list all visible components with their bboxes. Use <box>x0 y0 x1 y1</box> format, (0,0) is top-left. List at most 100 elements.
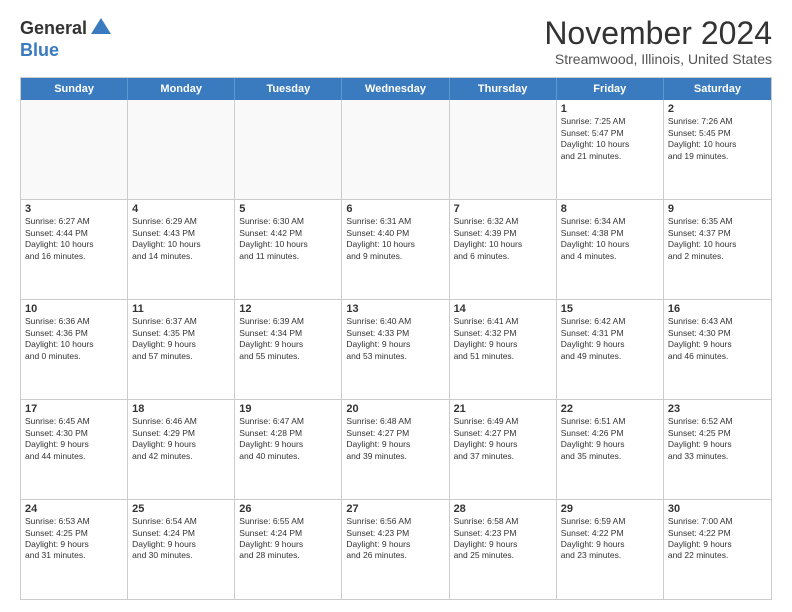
day-cell-20: 20Sunrise: 6:48 AM Sunset: 4:27 PM Dayli… <box>342 400 449 499</box>
day-number-27: 27 <box>346 503 444 515</box>
day-cell-4: 4Sunrise: 6:29 AM Sunset: 4:43 PM Daylig… <box>128 200 235 299</box>
logo-blue-text: Blue <box>20 40 59 60</box>
day-cell-19: 19Sunrise: 6:47 AM Sunset: 4:28 PM Dayli… <box>235 400 342 499</box>
day-info-21: Sunrise: 6:49 AM Sunset: 4:27 PM Dayligh… <box>454 416 552 462</box>
day-info-23: Sunrise: 6:52 AM Sunset: 4:25 PM Dayligh… <box>668 416 767 462</box>
header: General Blue November 2024 Streamwood, I… <box>20 16 772 67</box>
day-number-9: 9 <box>668 203 767 215</box>
day-number-7: 7 <box>454 203 552 215</box>
day-info-3: Sunrise: 6:27 AM Sunset: 4:44 PM Dayligh… <box>25 216 123 262</box>
day-cell-11: 11Sunrise: 6:37 AM Sunset: 4:35 PM Dayli… <box>128 300 235 399</box>
day-info-19: Sunrise: 6:47 AM Sunset: 4:28 PM Dayligh… <box>239 416 337 462</box>
day-number-12: 12 <box>239 303 337 315</box>
title-block: November 2024 Streamwood, Illinois, Unit… <box>544 16 772 67</box>
day-info-5: Sunrise: 6:30 AM Sunset: 4:42 PM Dayligh… <box>239 216 337 262</box>
day-cell-26: 26Sunrise: 6:55 AM Sunset: 4:24 PM Dayli… <box>235 500 342 599</box>
calendar-week-3: 10Sunrise: 6:36 AM Sunset: 4:36 PM Dayli… <box>21 300 771 400</box>
day-number-5: 5 <box>239 203 337 215</box>
header-day-thursday: Thursday <box>450 78 557 100</box>
day-number-13: 13 <box>346 303 444 315</box>
day-number-29: 29 <box>561 503 659 515</box>
day-info-6: Sunrise: 6:31 AM Sunset: 4:40 PM Dayligh… <box>346 216 444 262</box>
day-number-24: 24 <box>25 503 123 515</box>
day-cell-21: 21Sunrise: 6:49 AM Sunset: 4:27 PM Dayli… <box>450 400 557 499</box>
day-info-17: Sunrise: 6:45 AM Sunset: 4:30 PM Dayligh… <box>25 416 123 462</box>
day-number-18: 18 <box>132 403 230 415</box>
day-number-10: 10 <box>25 303 123 315</box>
calendar-week-2: 3Sunrise: 6:27 AM Sunset: 4:44 PM Daylig… <box>21 200 771 300</box>
calendar-week-4: 17Sunrise: 6:45 AM Sunset: 4:30 PM Dayli… <box>21 400 771 500</box>
day-cell-8: 8Sunrise: 6:34 AM Sunset: 4:38 PM Daylig… <box>557 200 664 299</box>
day-cell-12: 12Sunrise: 6:39 AM Sunset: 4:34 PM Dayli… <box>235 300 342 399</box>
day-info-8: Sunrise: 6:34 AM Sunset: 4:38 PM Dayligh… <box>561 216 659 262</box>
day-info-14: Sunrise: 6:41 AM Sunset: 4:32 PM Dayligh… <box>454 316 552 362</box>
day-number-22: 22 <box>561 403 659 415</box>
day-cell-28: 28Sunrise: 6:58 AM Sunset: 4:23 PM Dayli… <box>450 500 557 599</box>
calendar-week-5: 24Sunrise: 6:53 AM Sunset: 4:25 PM Dayli… <box>21 500 771 599</box>
day-cell-6: 6Sunrise: 6:31 AM Sunset: 4:40 PM Daylig… <box>342 200 449 299</box>
day-cell-16: 16Sunrise: 6:43 AM Sunset: 4:30 PM Dayli… <box>664 300 771 399</box>
day-info-27: Sunrise: 6:56 AM Sunset: 4:23 PM Dayligh… <box>346 516 444 562</box>
day-cell-17: 17Sunrise: 6:45 AM Sunset: 4:30 PM Dayli… <box>21 400 128 499</box>
day-cell-15: 15Sunrise: 6:42 AM Sunset: 4:31 PM Dayli… <box>557 300 664 399</box>
day-cell-14: 14Sunrise: 6:41 AM Sunset: 4:32 PM Dayli… <box>450 300 557 399</box>
day-number-6: 6 <box>346 203 444 215</box>
calendar-body: 1Sunrise: 7:25 AM Sunset: 5:47 PM Daylig… <box>21 100 771 599</box>
header-day-tuesday: Tuesday <box>235 78 342 100</box>
day-info-13: Sunrise: 6:40 AM Sunset: 4:33 PM Dayligh… <box>346 316 444 362</box>
day-number-25: 25 <box>132 503 230 515</box>
day-info-2: Sunrise: 7:26 AM Sunset: 5:45 PM Dayligh… <box>668 116 767 162</box>
day-number-4: 4 <box>132 203 230 215</box>
day-info-28: Sunrise: 6:58 AM Sunset: 4:23 PM Dayligh… <box>454 516 552 562</box>
day-info-29: Sunrise: 6:59 AM Sunset: 4:22 PM Dayligh… <box>561 516 659 562</box>
logo-general-text: General <box>20 18 87 39</box>
day-cell-29: 29Sunrise: 6:59 AM Sunset: 4:22 PM Dayli… <box>557 500 664 599</box>
day-info-16: Sunrise: 6:43 AM Sunset: 4:30 PM Dayligh… <box>668 316 767 362</box>
day-cell-25: 25Sunrise: 6:54 AM Sunset: 4:24 PM Dayli… <box>128 500 235 599</box>
day-cell-10: 10Sunrise: 6:36 AM Sunset: 4:36 PM Dayli… <box>21 300 128 399</box>
day-info-1: Sunrise: 7:25 AM Sunset: 5:47 PM Dayligh… <box>561 116 659 162</box>
day-info-12: Sunrise: 6:39 AM Sunset: 4:34 PM Dayligh… <box>239 316 337 362</box>
day-cell-24: 24Sunrise: 6:53 AM Sunset: 4:25 PM Dayli… <box>21 500 128 599</box>
month-title: November 2024 <box>544 16 772 51</box>
day-info-24: Sunrise: 6:53 AM Sunset: 4:25 PM Dayligh… <box>25 516 123 562</box>
day-number-14: 14 <box>454 303 552 315</box>
day-number-26: 26 <box>239 503 337 515</box>
day-number-30: 30 <box>668 503 767 515</box>
calendar: SundayMondayTuesdayWednesdayThursdayFrid… <box>20 77 772 600</box>
day-number-1: 1 <box>561 103 659 115</box>
day-info-18: Sunrise: 6:46 AM Sunset: 4:29 PM Dayligh… <box>132 416 230 462</box>
day-number-3: 3 <box>25 203 123 215</box>
header-day-monday: Monday <box>128 78 235 100</box>
header-day-wednesday: Wednesday <box>342 78 449 100</box>
day-info-10: Sunrise: 6:36 AM Sunset: 4:36 PM Dayligh… <box>25 316 123 362</box>
day-number-2: 2 <box>668 103 767 115</box>
day-cell-3: 3Sunrise: 6:27 AM Sunset: 4:44 PM Daylig… <box>21 200 128 299</box>
day-info-20: Sunrise: 6:48 AM Sunset: 4:27 PM Dayligh… <box>346 416 444 462</box>
empty-cell-w0-d4 <box>450 100 557 199</box>
day-number-16: 16 <box>668 303 767 315</box>
day-number-8: 8 <box>561 203 659 215</box>
day-cell-30: 30Sunrise: 7:00 AM Sunset: 4:22 PM Dayli… <box>664 500 771 599</box>
day-number-17: 17 <box>25 403 123 415</box>
day-cell-27: 27Sunrise: 6:56 AM Sunset: 4:23 PM Dayli… <box>342 500 449 599</box>
day-info-7: Sunrise: 6:32 AM Sunset: 4:39 PM Dayligh… <box>454 216 552 262</box>
header-day-saturday: Saturday <box>664 78 771 100</box>
day-cell-13: 13Sunrise: 6:40 AM Sunset: 4:33 PM Dayli… <box>342 300 449 399</box>
day-cell-22: 22Sunrise: 6:51 AM Sunset: 4:26 PM Dayli… <box>557 400 664 499</box>
day-number-19: 19 <box>239 403 337 415</box>
day-cell-9: 9Sunrise: 6:35 AM Sunset: 4:37 PM Daylig… <box>664 200 771 299</box>
day-number-23: 23 <box>668 403 767 415</box>
header-day-sunday: Sunday <box>21 78 128 100</box>
day-info-9: Sunrise: 6:35 AM Sunset: 4:37 PM Dayligh… <box>668 216 767 262</box>
day-cell-2: 2Sunrise: 7:26 AM Sunset: 5:45 PM Daylig… <box>664 100 771 199</box>
empty-cell-w0-d1 <box>128 100 235 199</box>
header-day-friday: Friday <box>557 78 664 100</box>
logo-icon <box>89 16 113 40</box>
location: Streamwood, Illinois, United States <box>544 51 772 67</box>
calendar-week-1: 1Sunrise: 7:25 AM Sunset: 5:47 PM Daylig… <box>21 100 771 200</box>
day-info-15: Sunrise: 6:42 AM Sunset: 4:31 PM Dayligh… <box>561 316 659 362</box>
day-cell-18: 18Sunrise: 6:46 AM Sunset: 4:29 PM Dayli… <box>128 400 235 499</box>
day-info-22: Sunrise: 6:51 AM Sunset: 4:26 PM Dayligh… <box>561 416 659 462</box>
day-cell-5: 5Sunrise: 6:30 AM Sunset: 4:42 PM Daylig… <box>235 200 342 299</box>
